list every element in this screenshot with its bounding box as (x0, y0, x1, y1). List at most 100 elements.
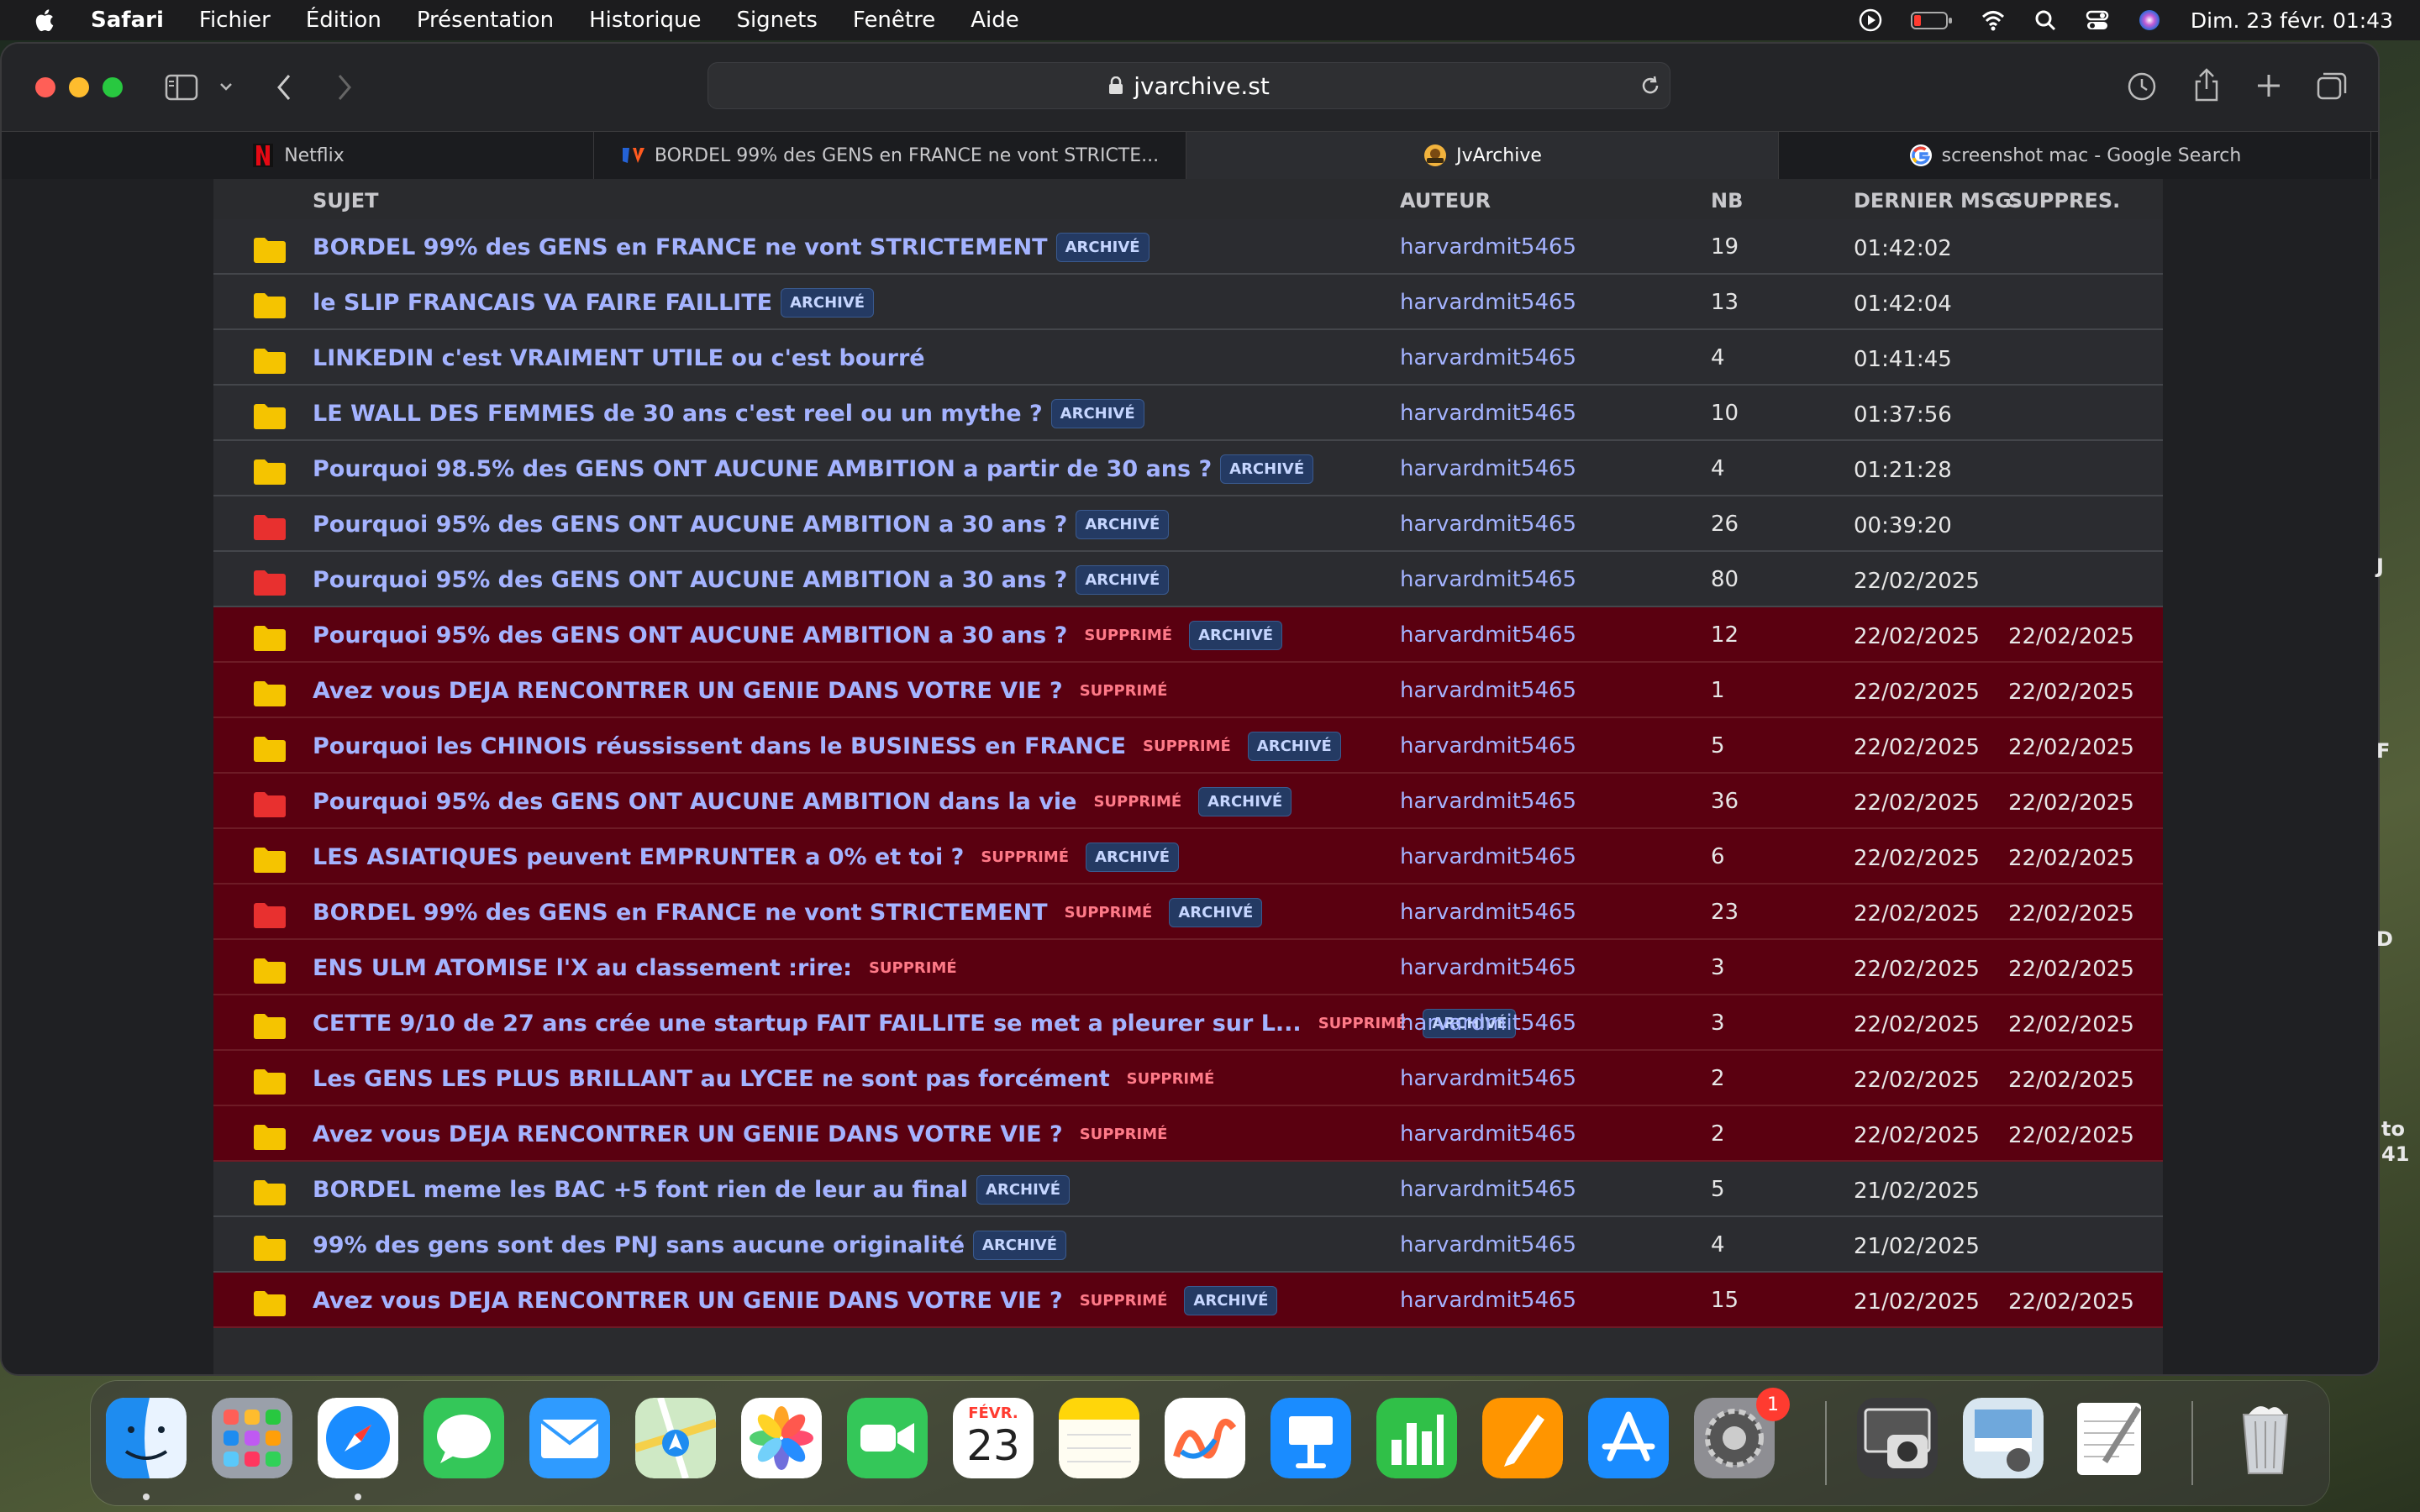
control-center-icon[interactable] (2085, 8, 2110, 33)
table-row[interactable]: BORDEL meme les BAC +5 font rien de leur… (213, 1162, 2163, 1217)
tab-google-search[interactable]: screenshot mac - Google Search (1779, 132, 2371, 179)
close-window-button[interactable] (35, 77, 55, 97)
forward-arrow-icon[interactable] (333, 72, 356, 102)
topic-title-link[interactable]: BORDEL 99% des GENS en FRANCE ne vont ST… (313, 234, 1048, 260)
sidebar-toggle-icon[interactable] (165, 74, 198, 101)
table-row[interactable]: LE WALL DES FEMMES de 30 ans c'est reel … (213, 386, 2163, 441)
keynote-icon[interactable] (1270, 1398, 1351, 1478)
table-row[interactable]: Pourquoi 95% des GENS ONT AUCUNE AMBITIO… (213, 774, 2163, 829)
header-author[interactable]: AUTEUR (1400, 189, 1491, 213)
back-arrow-icon[interactable] (272, 72, 296, 102)
history-clock-icon[interactable] (2126, 71, 2158, 102)
table-row[interactable]: ENS ULM ATOMISE l'X au classement :rire:… (213, 940, 2163, 995)
table-row[interactable]: 99% des gens sont des PNJ sans aucune or… (213, 1217, 2163, 1273)
tab-jvarchive[interactable]: JvArchive (1186, 132, 1779, 179)
chevron-down-icon[interactable] (218, 79, 234, 94)
author-link[interactable]: harvardmit5465 (1400, 234, 1576, 260)
topic-title-link[interactable]: Pourquoi les CHINOIS réussissent dans le… (313, 733, 1126, 759)
table-row[interactable]: Avez vous DEJA RENCONTRER UN GENIE DANS … (213, 663, 2163, 718)
finder-icon[interactable] (106, 1398, 187, 1478)
launchpad-icon[interactable] (212, 1398, 292, 1478)
screenshot-app-icon[interactable] (1857, 1398, 1938, 1478)
topic-title-link[interactable]: Pourquoi 95% des GENS ONT AUCUNE AMBITIO… (313, 789, 1076, 815)
pages-icon[interactable] (1482, 1398, 1563, 1478)
trash-icon[interactable] (2225, 1398, 2306, 1478)
menu-presentation[interactable]: Présentation (417, 8, 554, 33)
table-row[interactable]: Pourquoi les CHINOIS réussissent dans le… (213, 718, 2163, 774)
topic-title-link[interactable]: BORDEL meme les BAC +5 font rien de leur… (313, 1177, 968, 1203)
table-row[interactable]: Pourquoi 95% des GENS ONT AUCUNE AMBITIO… (213, 496, 2163, 552)
topic-title-link[interactable]: Avez vous DEJA RENCONTRER UN GENIE DANS … (313, 1121, 1063, 1147)
topic-title-link[interactable]: Avez vous DEJA RENCONTRER UN GENIE DANS … (313, 1288, 1063, 1314)
author-link[interactable]: harvardmit5465 (1400, 567, 1576, 592)
table-row[interactable]: Pourquoi 95% des GENS ONT AUCUNE AMBITIO… (213, 552, 2163, 607)
table-row[interactable]: Les GENS LES PLUS BRILLANT au LYCEE ne s… (213, 1051, 2163, 1106)
topic-title-link[interactable]: le SLIP FRANCAIS VA FAIRE FAILLITE (313, 290, 772, 316)
author-link[interactable]: harvardmit5465 (1400, 789, 1576, 814)
author-link[interactable]: harvardmit5465 (1400, 512, 1576, 537)
messages-icon[interactable] (424, 1398, 504, 1478)
author-link[interactable]: harvardmit5465 (1400, 678, 1576, 703)
address-bar[interactable]: jvarchive.st (708, 62, 1670, 109)
header-nb[interactable]: NB (1711, 189, 1743, 213)
author-link[interactable]: harvardmit5465 (1400, 1232, 1576, 1257)
header-subject[interactable]: SUJET (313, 189, 378, 213)
author-link[interactable]: harvardmit5465 (1400, 955, 1576, 980)
numbers-icon[interactable] (1376, 1398, 1457, 1478)
calendar-icon[interactable]: FÉVR. 23 (953, 1398, 1034, 1478)
author-link[interactable]: harvardmit5465 (1400, 401, 1576, 426)
author-link[interactable]: harvardmit5465 (1400, 456, 1576, 481)
topic-title-link[interactable]: 99% des gens sont des PNJ sans aucune or… (313, 1232, 965, 1258)
topic-title-link[interactable]: Les GENS LES PLUS BRILLANT au LYCEE ne s… (313, 1066, 1110, 1092)
menu-edition[interactable]: Édition (306, 8, 381, 33)
topic-title-link[interactable]: LES ASIATIQUES peuvent EMPRUNTER a 0% et… (313, 844, 964, 870)
app-store-icon[interactable] (1588, 1398, 1669, 1478)
maps-icon[interactable] (635, 1398, 716, 1478)
table-row[interactable]: Avez vous DEJA RENCONTRER UN GENIE DANS … (213, 1106, 2163, 1162)
topic-title-link[interactable]: ENS ULM ATOMISE l'X au classement :rire: (313, 955, 852, 981)
topic-title-link[interactable]: Pourquoi 98.5% des GENS ONT AUCUNE AMBIT… (313, 456, 1212, 482)
author-link[interactable]: harvardmit5465 (1400, 1288, 1576, 1313)
table-row[interactable]: BORDEL 99% des GENS en FRANCE ne vont ST… (213, 885, 2163, 940)
wifi-icon[interactable] (1981, 8, 2006, 33)
table-row[interactable]: Pourquoi 98.5% des GENS ONT AUCUNE AMBIT… (213, 441, 2163, 496)
mail-icon[interactable] (529, 1398, 610, 1478)
tab-netflix[interactable]: Netflix (2, 132, 594, 179)
author-link[interactable]: harvardmit5465 (1400, 900, 1576, 925)
menu-fichier[interactable]: Fichier (199, 8, 271, 33)
zoom-window-button[interactable] (103, 77, 123, 97)
topic-title-link[interactable]: LINKEDIN c'est VRAIMENT UTILE ou c'est b… (313, 345, 925, 371)
author-link[interactable]: harvardmit5465 (1400, 1066, 1576, 1091)
menu-aide[interactable]: Aide (971, 8, 1019, 33)
topic-title-link[interactable]: Avez vous DEJA RENCONTRER UN GENIE DANS … (313, 678, 1063, 704)
header-last-message[interactable]: DERNIER MSG. (1854, 189, 2019, 213)
menu-historique[interactable]: Historique (589, 8, 701, 33)
author-link[interactable]: harvardmit5465 (1400, 844, 1576, 869)
author-link[interactable]: harvardmit5465 (1400, 345, 1576, 370)
photos-icon[interactable] (741, 1398, 822, 1478)
notes-icon[interactable] (1059, 1398, 1139, 1478)
now-playing-icon[interactable] (1858, 8, 1883, 33)
reload-icon[interactable] (1639, 74, 1662, 97)
author-link[interactable]: harvardmit5465 (1400, 733, 1576, 759)
battery-icon[interactable] (1910, 8, 1954, 33)
safari-icon[interactable] (318, 1398, 398, 1478)
menubar-clock[interactable]: Dim. 23 févr. 01:43 (2191, 8, 2393, 33)
topic-title-link[interactable]: Pourquoi 95% des GENS ONT AUCUNE AMBITIO… (313, 512, 1067, 538)
table-row[interactable]: LES ASIATIQUES peuvent EMPRUNTER a 0% et… (213, 829, 2163, 885)
menu-fenetre[interactable]: Fenêtre (853, 8, 935, 33)
author-link[interactable]: harvardmit5465 (1400, 1121, 1576, 1147)
freeform-icon[interactable] (1165, 1398, 1245, 1478)
apple-menu-icon[interactable] (32, 8, 55, 33)
author-link[interactable]: harvardmit5465 (1400, 1011, 1576, 1036)
facetime-icon[interactable] (847, 1398, 928, 1478)
new-tab-plus-icon[interactable] (2255, 72, 2282, 99)
spotlight-search-icon[interactable] (2033, 8, 2058, 33)
menu-signets[interactable]: Signets (736, 8, 817, 33)
topic-title-link[interactable]: Pourquoi 95% des GENS ONT AUCUNE AMBITIO… (313, 567, 1067, 593)
textedit-icon[interactable] (2069, 1398, 2149, 1478)
minimize-window-button[interactable] (69, 77, 89, 97)
tab-jv-topic[interactable]: BORDEL 99% des GENS en FRANCE ne vont ST… (594, 132, 1186, 179)
author-link[interactable]: harvardmit5465 (1400, 1177, 1576, 1202)
table-row[interactable]: CETTE 9/10 de 27 ans crée une startup FA… (213, 995, 2163, 1051)
